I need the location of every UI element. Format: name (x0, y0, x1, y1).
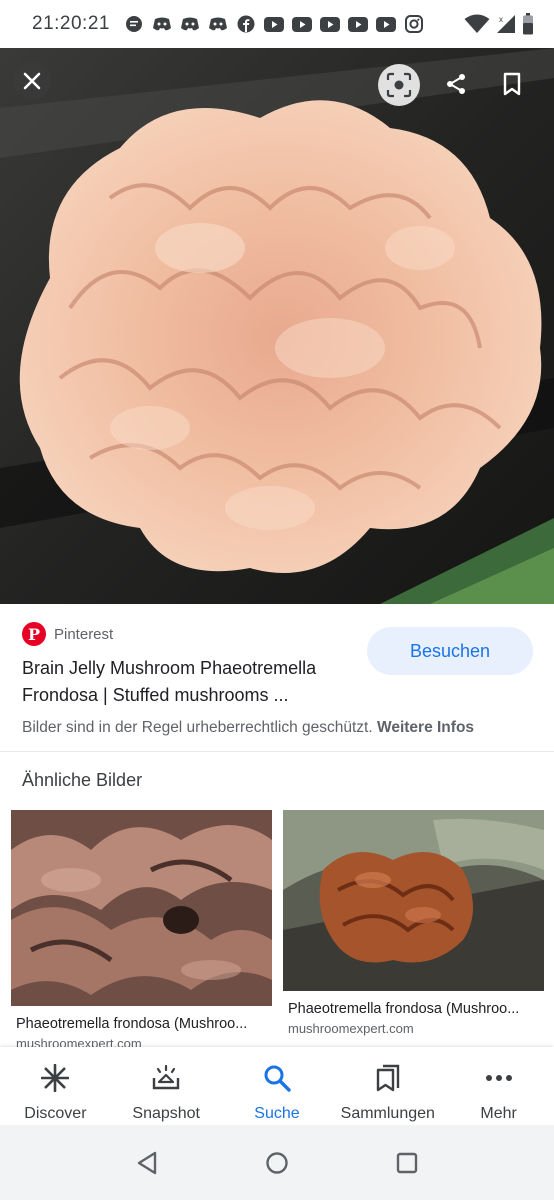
cell-signal-icon: x (496, 14, 516, 34)
similar-image-thumbnail (11, 810, 272, 1006)
bookmark-icon (503, 72, 521, 96)
pinterest-logo-icon: P (22, 622, 46, 646)
search-icon (262, 1063, 292, 1093)
facebook-icon (236, 14, 256, 34)
nav-search[interactable]: Suche (222, 1047, 333, 1125)
nav-label: Discover (24, 1105, 87, 1122)
discord-icon (180, 14, 200, 34)
youtube-icon (263, 14, 284, 34)
bookmark-button[interactable] (494, 66, 530, 102)
more-info-link[interactable]: Weitere Infos (377, 719, 474, 736)
nav-more[interactable]: Mehr (443, 1047, 554, 1125)
close-icon (23, 72, 41, 90)
similar-image-thumbnail (283, 810, 544, 991)
asterisk-icon (40, 1063, 70, 1093)
source-name: Pinterest (54, 625, 114, 643)
status-bar: 21:20:21 x (0, 0, 554, 48)
youtube-icon (291, 14, 312, 34)
nav-label: Sammlungen (340, 1105, 435, 1122)
main-image[interactable] (0, 48, 554, 604)
system-status-icons: x (464, 13, 534, 35)
back-icon (137, 1151, 157, 1174)
status-time: 21:20:21 (32, 13, 110, 34)
result-title[interactable]: Brain Jelly Mushroom Phaeotremella Frond… (22, 655, 362, 709)
nav-snapshot[interactable]: Snapshot (111, 1047, 222, 1125)
bottom-navigation: Discover Snapshot Suche Sammlungen Mehr (0, 1047, 554, 1125)
youtube-icon (375, 14, 396, 34)
nav-label: Suche (254, 1105, 300, 1122)
share-button[interactable] (438, 66, 474, 102)
notification-icons (124, 14, 424, 34)
similar-image-card[interactable]: Phaeotremella frondosa (Mushroo... mushr… (11, 810, 272, 1051)
system-navigation-bar (0, 1125, 554, 1200)
wifi-icon (464, 14, 490, 34)
more-dots-icon (484, 1063, 514, 1093)
youtube-icon (347, 14, 368, 34)
similar-image-source: mushroomexpert.com (288, 1021, 414, 1036)
lens-button[interactable] (378, 64, 420, 106)
discord-icon (152, 14, 172, 34)
nav-collections[interactable]: Sammlungen (332, 1047, 443, 1125)
similar-image-card[interactable]: Phaeotremella frondosa (Mushroo... mushr… (283, 810, 544, 1036)
visit-button[interactable]: Besuchen (367, 627, 533, 675)
nav-label: Snapshot (132, 1105, 200, 1122)
nav-label: Mehr (480, 1105, 517, 1122)
similar-image-title: Phaeotremella frondosa (Mushroo... (288, 1001, 520, 1017)
collections-icon (373, 1063, 403, 1093)
snapshot-icon (151, 1063, 181, 1093)
share-icon (447, 74, 465, 94)
home-icon (266, 1151, 288, 1174)
divider (0, 751, 554, 752)
close-button[interactable] (13, 62, 51, 100)
svg-text:x: x (499, 15, 503, 24)
similar-images-heading: Ähnliche Bilder (22, 770, 143, 790)
copyright-notice: Bilder sind in der Regel urheberrechtlic… (22, 719, 474, 737)
back-button[interactable] (127, 1143, 167, 1183)
result-source[interactable]: P Pinterest (22, 622, 113, 646)
similar-image-title: Phaeotremella frondosa (Mushroo... (16, 1016, 248, 1032)
mushroom-image (0, 48, 554, 604)
battery-icon (522, 13, 534, 35)
chat-icon (124, 14, 144, 34)
lens-icon (386, 72, 412, 98)
instagram-icon (404, 14, 424, 34)
home-button[interactable] (257, 1143, 297, 1183)
discord-icon (208, 14, 228, 34)
youtube-icon (319, 14, 340, 34)
recents-button[interactable] (387, 1143, 427, 1183)
copyright-text: Bilder sind in der Regel urheberrechtlic… (22, 719, 373, 736)
recents-icon (396, 1152, 418, 1173)
nav-discover[interactable]: Discover (0, 1047, 111, 1125)
